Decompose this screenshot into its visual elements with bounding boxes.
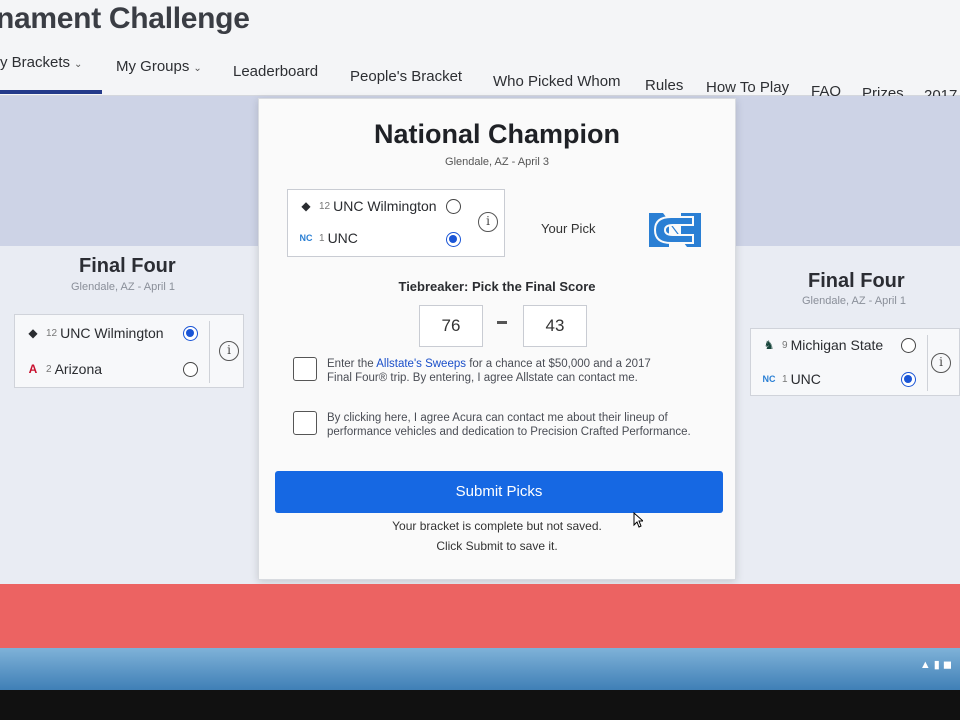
- info-icon[interactable]: i: [478, 212, 498, 232]
- unc-logo-icon: [649, 213, 701, 247]
- team-seed: 12: [46, 327, 58, 339]
- card-divider: [209, 321, 210, 383]
- radio-arizona[interactable]: [183, 362, 198, 377]
- info-icon[interactable]: i: [219, 341, 239, 361]
- score-input-team-2[interactable]: 43: [523, 305, 587, 347]
- monitor-bezel: [0, 690, 960, 720]
- team-name: Arizona: [54, 361, 103, 377]
- browser-viewport: nament Challenge y Brackets ⌄ My Groups ⌄ …: [0, 0, 960, 690]
- team-row-arizona[interactable]: A 2 Arizona: [25, 361, 102, 377]
- your-pick-label: Your Pick: [541, 221, 596, 236]
- nav-label: My Groups: [116, 58, 190, 75]
- team-seed: 1: [782, 373, 788, 385]
- nav-label: y Brackets: [0, 54, 71, 71]
- score-separator: [497, 321, 507, 324]
- allstate-sweeps-text: Enter the Allstate's Sweeps for a chance…: [327, 357, 717, 385]
- score-input-team-1[interactable]: 76: [419, 305, 483, 347]
- nav-how-to-play[interactable]: How To Play: [706, 79, 789, 96]
- right-matchup-card: ♞ 9 Michigan State NC 1 UNC i: [750, 328, 960, 396]
- info-icon[interactable]: i: [931, 353, 951, 373]
- nav-who-picked-whom[interactable]: Who Picked Whom: [493, 73, 621, 90]
- acura-consent-text: By clicking here, I agree Acura can cont…: [327, 412, 691, 438]
- nav-rules[interactable]: Rules: [645, 77, 683, 94]
- left-final-four-title: Final Four: [79, 255, 176, 277]
- submit-picks-button[interactable]: Submit Picks: [275, 471, 723, 513]
- tiebreaker-label: Tiebreaker: Pick the Final Score: [398, 279, 596, 294]
- team-seed: 2: [46, 363, 52, 375]
- sweeps-line-2: Final Four® trip. By entering, I agree A…: [327, 372, 638, 384]
- card-divider: [927, 335, 928, 391]
- arizona-logo-icon: A: [28, 362, 38, 376]
- team-name: UNC: [327, 230, 358, 246]
- os-taskbar: ▲ ▮ ◼: [0, 648, 960, 690]
- unc-logo-icon: NC: [299, 233, 313, 243]
- system-tray-icon[interactable]: ▲ ▮ ◼: [920, 658, 952, 671]
- right-final-four-title: Final Four: [808, 270, 905, 292]
- right-final-four-subtitle: Glendale, AZ - April 1: [802, 295, 906, 307]
- chevron-down-icon: ⌄: [74, 59, 83, 70]
- nav-my-brackets[interactable]: y Brackets ⌄: [0, 54, 82, 71]
- team-name: UNC: [790, 371, 821, 387]
- left-final-four-subtitle: Glendale, AZ - April 1: [71, 281, 175, 293]
- team-name: Michigan State: [790, 337, 884, 353]
- app-title: nament Challenge: [0, 2, 250, 35]
- nav-my-groups[interactable]: My Groups ⌄: [116, 58, 202, 75]
- footer-band: [0, 584, 960, 648]
- team-row-unc-wilmington[interactable]: ◆ 12 UNC Wilmington: [298, 198, 437, 214]
- sweeps-prefix: Enter the: [327, 358, 377, 370]
- radio-unc-wilmington[interactable]: [446, 199, 461, 214]
- team-seed: 9: [782, 339, 788, 351]
- modal-subtitle: Glendale, AZ - April 3: [445, 156, 549, 168]
- team-name: UNC Wilmington: [333, 198, 437, 214]
- main-nav: y Brackets ⌄ My Groups ⌄ Leaderboard Peopl…: [0, 52, 960, 104]
- national-champion-modal: National Champion Glendale, AZ - April 3…: [258, 98, 736, 580]
- championship-matchup-card: ◆ 12 UNC Wilmington NC 1 UNC i: [287, 189, 505, 257]
- allstate-sweeps-checkbox[interactable]: [293, 357, 317, 381]
- unc-wilmington-logo-icon: ◆: [28, 326, 38, 340]
- team-row-michigan-state[interactable]: ♞ 9 Michigan State: [761, 337, 884, 353]
- site-header: nament Challenge y Brackets ⌄ My Groups ⌄ …: [0, 0, 960, 104]
- sweeps-suffix: for a chance at $50,000 and a 2017: [466, 358, 651, 370]
- left-matchup-card: ◆ 12 UNC Wilmington A 2 Arizona i: [14, 314, 244, 388]
- team-row-unc-wilmington[interactable]: ◆ 12 UNC Wilmington: [25, 325, 164, 341]
- team-row-unc[interactable]: NC 1 UNC: [298, 230, 358, 246]
- team-row-unc[interactable]: NC 1 UNC: [761, 371, 821, 387]
- acura-consent-checkbox[interactable]: [293, 411, 317, 435]
- team-seed: 12: [319, 200, 331, 212]
- unc-logo-icon: NC: [762, 374, 776, 384]
- bracket-status-line-1: Your bracket is complete but not saved.: [392, 519, 602, 533]
- bracket-status-line-2: Click Submit to save it.: [436, 539, 558, 553]
- team-name: UNC Wilmington: [60, 325, 164, 341]
- allstate-sweeps-link[interactable]: Allstate's Sweeps: [376, 358, 466, 370]
- team-seed: 1: [319, 232, 325, 244]
- nav-peoples-bracket[interactable]: People's Bracket: [350, 68, 462, 85]
- radio-unc[interactable]: [446, 232, 461, 247]
- nav-leaderboard[interactable]: Leaderboard: [233, 63, 318, 80]
- chevron-down-icon: ⌄: [193, 63, 202, 74]
- active-tab-indicator: [0, 90, 102, 94]
- unc-wilmington-logo-icon: ◆: [301, 199, 311, 213]
- radio-michigan-state[interactable]: [901, 338, 916, 353]
- radio-unc-wilmington[interactable]: [183, 326, 198, 341]
- modal-title: National Champion: [373, 119, 620, 149]
- radio-unc[interactable]: [901, 372, 916, 387]
- michigan-state-logo-icon: ♞: [763, 338, 775, 352]
- mouse-cursor-icon: [633, 512, 643, 528]
